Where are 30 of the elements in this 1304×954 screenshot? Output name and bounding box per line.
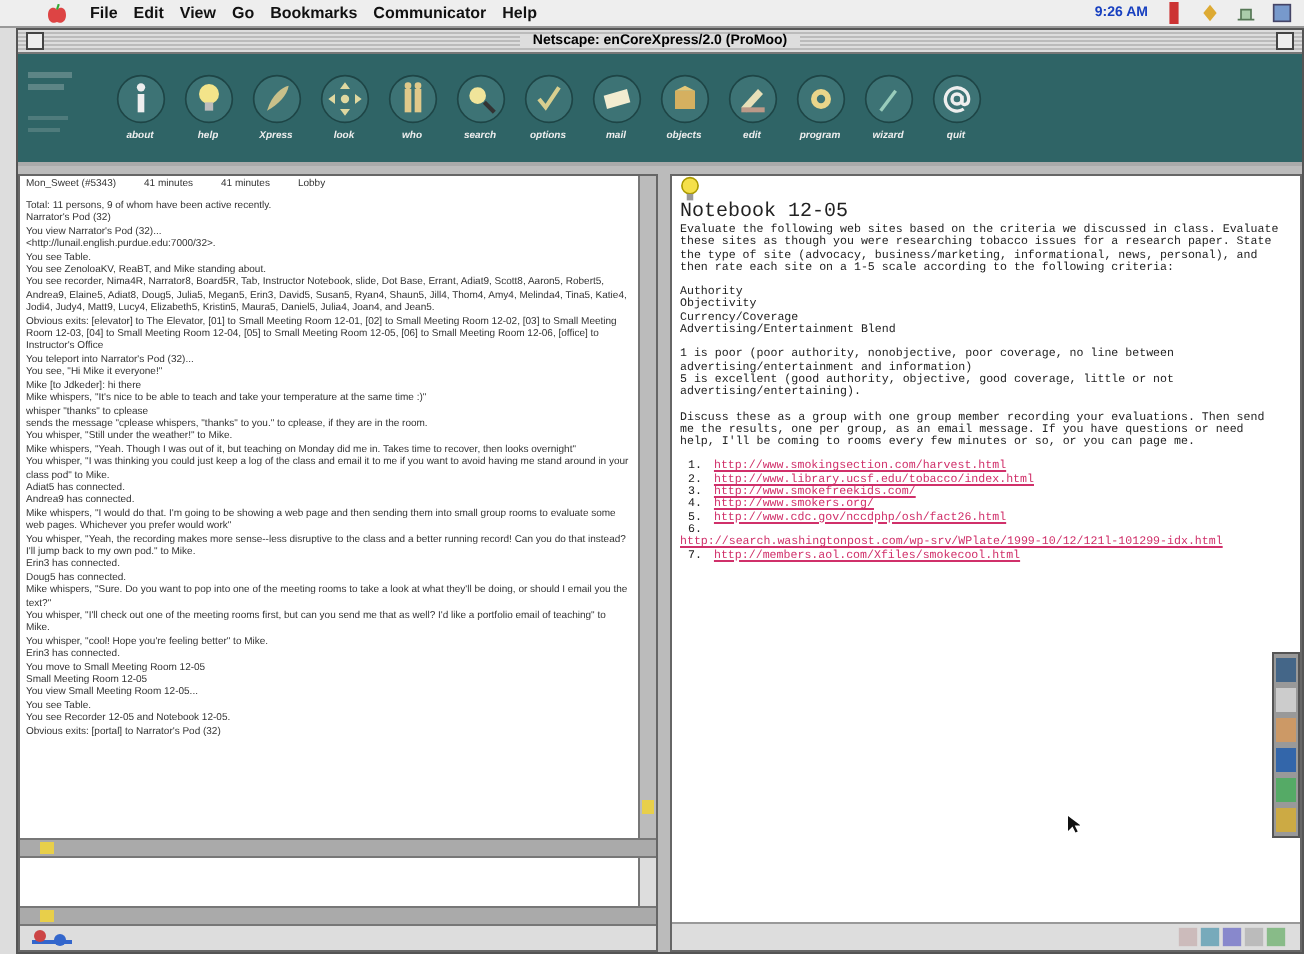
pencil-icon — [727, 74, 777, 124]
vertical-scrollbar[interactable] — [638, 176, 656, 838]
notebook-title: Notebook 12-05 — [680, 202, 849, 224]
floating-palette[interactable] — [1272, 652, 1300, 838]
lightbulb-icon — [183, 74, 233, 124]
close-box[interactable] — [26, 32, 44, 50]
people-icon — [387, 74, 437, 124]
menu-item[interactable]: Edit — [133, 4, 164, 22]
search-icon — [455, 74, 505, 124]
menu-item[interactable]: Go — [231, 4, 255, 22]
cursor-icon — [1068, 816, 1080, 834]
security-icon[interactable] — [28, 928, 76, 948]
lightbulb-icon — [680, 176, 700, 202]
horizontal-scrollbar[interactable] — [20, 838, 656, 858]
at-sign-icon — [931, 74, 981, 124]
vertical-scrollbar[interactable] — [638, 858, 656, 906]
horizontal-scrollbar[interactable] — [20, 906, 656, 926]
feather-icon — [251, 74, 301, 124]
checkmark-icon — [523, 74, 573, 124]
menu-item[interactable]: View — [179, 4, 216, 22]
envelope-icon — [591, 74, 641, 124]
zoom-box[interactable] — [1275, 32, 1294, 50]
menu-item[interactable]: Help — [502, 4, 537, 22]
menu-item[interactable]: Communicator — [373, 4, 487, 22]
box-icon — [659, 74, 709, 124]
arrows-icon — [319, 74, 369, 124]
apple-icon[interactable] — [48, 3, 66, 23]
info-icon — [115, 74, 165, 124]
menu-item[interactable]: Bookmarks — [270, 4, 358, 22]
menu-item[interactable]: File — [90, 4, 118, 22]
